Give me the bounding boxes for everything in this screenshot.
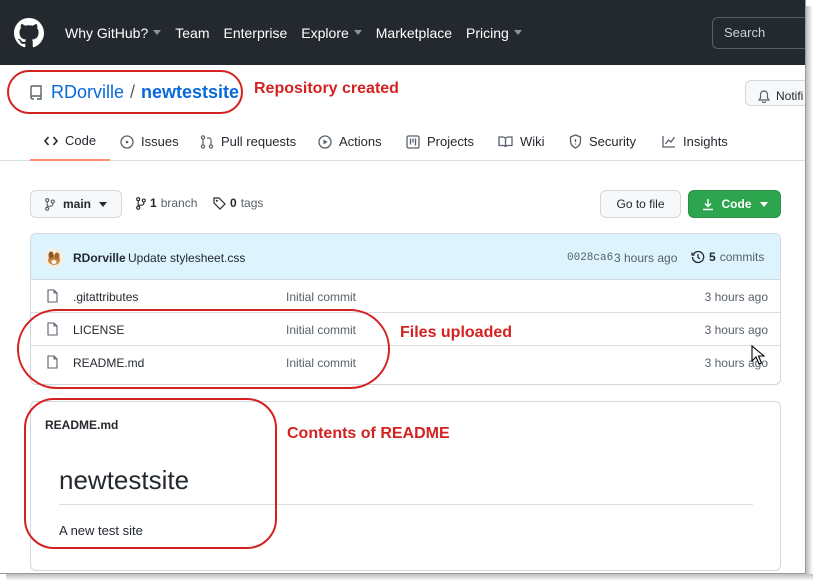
tab-label: Projects [427, 134, 474, 149]
nav-label: Marketplace [375, 24, 453, 41]
chevron-down-icon [353, 30, 362, 35]
pull-request-icon [200, 134, 214, 149]
tab-actions[interactable]: Actions [318, 122, 382, 161]
tab-pull-requests[interactable]: Pull requests [200, 122, 296, 161]
tags-link[interactable]: 0 tags [213, 196, 263, 210]
top-navigation: Why GitHub? Team Enterprise Explore Mark… [65, 0, 536, 65]
commit-sha-link[interactable]: 0028ca6 [567, 252, 613, 264]
nav-label: Why GitHub? [65, 24, 149, 41]
commit-time: 3 hours ago [614, 251, 678, 265]
git-branch-icon [136, 196, 146, 210]
window-shadow [806, 6, 813, 581]
annotation-oval-readme [24, 398, 277, 549]
notifications-button[interactable]: Notifi [745, 80, 805, 106]
project-icon [406, 134, 420, 149]
nav-label: Team [175, 24, 210, 41]
window-shadow [6, 574, 813, 581]
commit-message-link[interactable]: Update stylesheet.css [128, 251, 245, 265]
commit-count: 5 [709, 250, 716, 264]
tab-label: Security [589, 134, 636, 149]
git-branch-icon [45, 197, 55, 211]
branch-count: 1 [150, 196, 157, 210]
play-icon [318, 134, 332, 149]
shield-icon [569, 134, 582, 149]
tab-label: Pull requests [221, 134, 297, 149]
annotation-files-uploaded: Files uploaded [400, 324, 513, 341]
branch-name: main [62, 197, 91, 211]
tag-icon [213, 196, 226, 210]
commit-count-word: commits [719, 250, 765, 264]
branch-word: branch [160, 196, 198, 210]
history-icon [691, 250, 705, 264]
repo-tabs: Code Issues Pull requests Actions Projec… [0, 122, 805, 161]
commits-history-link[interactable]: 5 commits [691, 250, 764, 264]
avatar[interactable] [44, 248, 64, 268]
tab-issues[interactable]: Issues [120, 122, 179, 161]
file-commit-message[interactable]: Initial commit [286, 290, 356, 304]
tab-label: Insights [683, 134, 728, 149]
annotation-oval-files [17, 309, 390, 389]
notifications-label: Notifi [776, 89, 804, 103]
tab-security[interactable]: Security [569, 122, 636, 161]
branch-select-button[interactable]: main [30, 190, 122, 218]
mouse-cursor-icon [751, 345, 765, 365]
nav-label: Pricing [466, 24, 509, 41]
tab-label: Wiki [520, 134, 545, 149]
file-age: 3 hours ago [704, 290, 768, 304]
annotation-repo-created: Repository created [254, 80, 399, 97]
download-icon [702, 198, 713, 210]
go-to-file-button[interactable]: Go to file [600, 190, 681, 218]
nav-marketplace[interactable]: Marketplace [376, 25, 452, 41]
nav-pricing[interactable]: Pricing [466, 25, 522, 41]
browser-window: Why GitHub? Team Enterprise Explore Mark… [0, 0, 806, 574]
nav-label: Explore [301, 24, 349, 41]
file-name-link[interactable]: .gitattributes [73, 290, 138, 304]
tag-word: tags [240, 196, 264, 210]
issue-icon [120, 134, 134, 149]
tab-insights[interactable]: Insights [662, 122, 728, 161]
chevron-down-icon [759, 201, 768, 207]
annotation-oval-repo [7, 70, 243, 114]
nav-why-github[interactable]: Why GitHub? [65, 24, 162, 41]
latest-commit-row: RDorville Update stylesheet.css 0028ca6 … [31, 234, 780, 280]
chevron-down-icon [99, 201, 107, 207]
code-download-button[interactable]: Code [688, 190, 781, 218]
code-icon [44, 135, 58, 146]
chevron-down-icon [513, 30, 522, 35]
chevron-down-icon [153, 30, 162, 35]
nav-explore[interactable]: Explore [301, 24, 362, 41]
tab-wiki[interactable]: Wiki [498, 122, 545, 161]
annotation-readme-contents: Contents of README [287, 425, 450, 442]
code-button-label: Code [721, 197, 752, 211]
search-input[interactable]: Search [712, 17, 805, 49]
tab-label: Issues [141, 134, 179, 149]
file-age: 3 hours ago [704, 323, 768, 337]
bell-icon [758, 89, 770, 103]
tag-count: 0 [230, 196, 237, 210]
commit-author-link[interactable]: RDorville [73, 251, 126, 265]
site-header: Why GitHub? Team Enterprise Explore Mark… [0, 0, 805, 65]
tab-code[interactable]: Code [30, 122, 111, 161]
graph-icon [662, 136, 676, 148]
tab-projects[interactable]: Projects [406, 122, 474, 161]
book-icon [498, 136, 513, 148]
tab-label: Code [65, 133, 97, 148]
nav-enterprise[interactable]: Enterprise [223, 25, 287, 41]
nav-label: Enterprise [223, 24, 288, 41]
branches-link[interactable]: 1 branch [136, 196, 197, 210]
file-icon [47, 289, 58, 303]
nav-team[interactable]: Team [175, 25, 209, 41]
tab-label: Actions [339, 134, 382, 149]
github-logo-icon[interactable] [14, 18, 44, 48]
dog-avatar-icon [44, 248, 64, 268]
